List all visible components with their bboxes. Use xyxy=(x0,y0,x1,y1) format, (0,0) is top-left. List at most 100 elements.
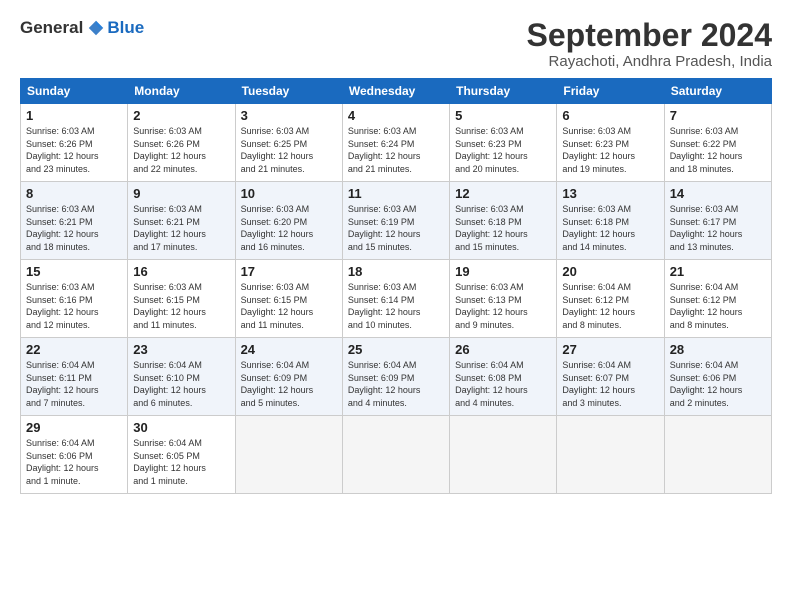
day-info: Sunrise: 6:03 AM Sunset: 6:21 PM Dayligh… xyxy=(26,203,122,253)
table-row: 20 Sunrise: 6:04 AM Sunset: 6:12 PM Dayli… xyxy=(557,260,664,338)
day-number: 17 xyxy=(241,264,337,279)
table-row: 30 Sunrise: 6:04 AM Sunset: 6:05 PM Dayli… xyxy=(128,416,235,494)
day-number: 6 xyxy=(562,108,658,123)
day-number: 16 xyxy=(133,264,229,279)
page: General Blue September 2024 Rayachoti, A… xyxy=(0,0,792,612)
table-row: 13 Sunrise: 6:03 AM Sunset: 6:18 PM Dayli… xyxy=(557,182,664,260)
day-number: 30 xyxy=(133,420,229,435)
table-row: 4Sunrise: 6:03 AM Sunset: 6:24 PM Daylig… xyxy=(342,104,449,182)
day-info: Sunrise: 6:03 AM Sunset: 6:26 PM Dayligh… xyxy=(133,125,229,175)
day-number: 3 xyxy=(241,108,337,123)
table-row xyxy=(664,416,771,494)
col-friday: Friday xyxy=(557,79,664,104)
day-number: 28 xyxy=(670,342,766,357)
table-row: 3 Sunrise: 6:03 AM Sunset: 6:25 PM Daylig… xyxy=(235,104,342,182)
day-info: Sunrise: 6:03 AM Sunset: 6:22 PM Dayligh… xyxy=(670,125,766,175)
day-number: 22 xyxy=(26,342,122,357)
col-tuesday: Tuesday xyxy=(235,79,342,104)
table-row: 9Sunrise: 6:03 AM Sunset: 6:21 PM Daylig… xyxy=(128,182,235,260)
col-thursday: Thursday xyxy=(450,79,557,104)
day-number: 15 xyxy=(26,264,122,279)
table-row: 11Sunrise: 6:03 AM Sunset: 6:19 PM Dayli… xyxy=(342,182,449,260)
day-number: 14 xyxy=(670,186,766,201)
table-row: 15 Sunrise: 6:03 AM Sunset: 6:16 PM Dayli… xyxy=(21,260,128,338)
table-row: 27 Sunrise: 6:04 AM Sunset: 6:07 PM Dayli… xyxy=(557,338,664,416)
calendar-week-row: 22Sunrise: 6:04 AM Sunset: 6:11 PM Dayli… xyxy=(21,338,772,416)
day-info: Sunrise: 6:04 AM Sunset: 6:08 PM Dayligh… xyxy=(455,359,551,409)
day-info: Sunrise: 6:04 AM Sunset: 6:09 PM Dayligh… xyxy=(241,359,337,409)
day-info: Sunrise: 6:03 AM Sunset: 6:16 PM Dayligh… xyxy=(26,281,122,331)
day-info: Sunrise: 6:04 AM Sunset: 6:07 PM Dayligh… xyxy=(562,359,658,409)
day-number: 7 xyxy=(670,108,766,123)
day-number: 5 xyxy=(455,108,551,123)
day-info: Sunrise: 6:03 AM Sunset: 6:13 PM Dayligh… xyxy=(455,281,551,331)
day-number: 18 xyxy=(348,264,444,279)
logo: General Blue xyxy=(20,18,144,38)
day-info: Sunrise: 6:04 AM Sunset: 6:09 PM Dayligh… xyxy=(348,359,444,409)
table-row xyxy=(235,416,342,494)
table-row: 16 Sunrise: 6:03 AM Sunset: 6:15 PM Dayli… xyxy=(128,260,235,338)
day-info: Sunrise: 6:03 AM Sunset: 6:26 PM Dayligh… xyxy=(26,125,122,175)
table-row: 10 Sunrise: 6:03 AM Sunset: 6:20 PM Dayli… xyxy=(235,182,342,260)
day-number: 11 xyxy=(348,186,444,201)
table-row: 26 Sunrise: 6:04 AM Sunset: 6:08 PM Dayli… xyxy=(450,338,557,416)
table-row: 21Sunrise: 6:04 AM Sunset: 6:12 PM Dayli… xyxy=(664,260,771,338)
day-number: 24 xyxy=(241,342,337,357)
day-info: Sunrise: 6:03 AM Sunset: 6:23 PM Dayligh… xyxy=(562,125,658,175)
header: General Blue September 2024 Rayachoti, A… xyxy=(20,18,772,70)
location: Rayachoti, Andhra Pradesh, India xyxy=(527,53,772,70)
table-row: 25 Sunrise: 6:04 AM Sunset: 6:09 PM Dayli… xyxy=(342,338,449,416)
day-number: 9 xyxy=(133,186,229,201)
day-number: 13 xyxy=(562,186,658,201)
day-number: 29 xyxy=(26,420,122,435)
day-info: Sunrise: 6:03 AM Sunset: 6:23 PM Dayligh… xyxy=(455,125,551,175)
day-info: Sunrise: 6:03 AM Sunset: 6:18 PM Dayligh… xyxy=(562,203,658,253)
day-info: Sunrise: 6:03 AM Sunset: 6:20 PM Dayligh… xyxy=(241,203,337,253)
logo-text: General Blue xyxy=(20,18,144,38)
day-info: Sunrise: 6:04 AM Sunset: 6:06 PM Dayligh… xyxy=(670,359,766,409)
table-row: 29Sunrise: 6:04 AM Sunset: 6:06 PM Dayli… xyxy=(21,416,128,494)
day-number: 23 xyxy=(133,342,229,357)
day-number: 27 xyxy=(562,342,658,357)
table-row xyxy=(557,416,664,494)
day-info: Sunrise: 6:04 AM Sunset: 6:05 PM Dayligh… xyxy=(133,437,229,487)
calendar: Sunday Monday Tuesday Wednesday Thursday… xyxy=(20,78,772,494)
day-number: 10 xyxy=(241,186,337,201)
day-info: Sunrise: 6:03 AM Sunset: 6:18 PM Dayligh… xyxy=(455,203,551,253)
day-number: 8 xyxy=(26,186,122,201)
calendar-header-row: Sunday Monday Tuesday Wednesday Thursday… xyxy=(21,79,772,104)
logo-icon xyxy=(87,19,105,37)
table-row: 5 Sunrise: 6:03 AM Sunset: 6:23 PM Daylig… xyxy=(450,104,557,182)
table-row xyxy=(450,416,557,494)
table-row: 24 Sunrise: 6:04 AM Sunset: 6:09 PM Dayli… xyxy=(235,338,342,416)
day-number: 20 xyxy=(562,264,658,279)
table-row: 8 Sunrise: 6:03 AM Sunset: 6:21 PM Daylig… xyxy=(21,182,128,260)
table-row: 1 Sunrise: 6:03 AM Sunset: 6:26 PM Daylig… xyxy=(21,104,128,182)
day-number: 21 xyxy=(670,264,766,279)
col-wednesday: Wednesday xyxy=(342,79,449,104)
day-number: 1 xyxy=(26,108,122,123)
day-info: Sunrise: 6:04 AM Sunset: 6:10 PM Dayligh… xyxy=(133,359,229,409)
day-info: Sunrise: 6:03 AM Sunset: 6:15 PM Dayligh… xyxy=(133,281,229,331)
table-row: 17 Sunrise: 6:03 AM Sunset: 6:15 PM Dayli… xyxy=(235,260,342,338)
day-number: 19 xyxy=(455,264,551,279)
calendar-week-row: 15 Sunrise: 6:03 AM Sunset: 6:16 PM Dayli… xyxy=(21,260,772,338)
col-sunday: Sunday xyxy=(21,79,128,104)
day-number: 12 xyxy=(455,186,551,201)
day-info: Sunrise: 6:03 AM Sunset: 6:17 PM Dayligh… xyxy=(670,203,766,253)
calendar-week-row: 8 Sunrise: 6:03 AM Sunset: 6:21 PM Daylig… xyxy=(21,182,772,260)
day-number: 26 xyxy=(455,342,551,357)
day-number: 25 xyxy=(348,342,444,357)
day-info: Sunrise: 6:04 AM Sunset: 6:12 PM Dayligh… xyxy=(562,281,658,331)
table-row xyxy=(342,416,449,494)
title-area: September 2024 Rayachoti, Andhra Pradesh… xyxy=(527,18,772,70)
day-info: Sunrise: 6:03 AM Sunset: 6:25 PM Dayligh… xyxy=(241,125,337,175)
day-number: 4 xyxy=(348,108,444,123)
table-row: 19 Sunrise: 6:03 AM Sunset: 6:13 PM Dayli… xyxy=(450,260,557,338)
col-saturday: Saturday xyxy=(664,79,771,104)
table-row: 28 Sunrise: 6:04 AM Sunset: 6:06 PM Dayli… xyxy=(664,338,771,416)
day-info: Sunrise: 6:03 AM Sunset: 6:15 PM Dayligh… xyxy=(241,281,337,331)
table-row: 14 Sunrise: 6:03 AM Sunset: 6:17 PM Dayli… xyxy=(664,182,771,260)
table-row: 23 Sunrise: 6:04 AM Sunset: 6:10 PM Dayli… xyxy=(128,338,235,416)
table-row: 7 Sunrise: 6:03 AM Sunset: 6:22 PM Daylig… xyxy=(664,104,771,182)
